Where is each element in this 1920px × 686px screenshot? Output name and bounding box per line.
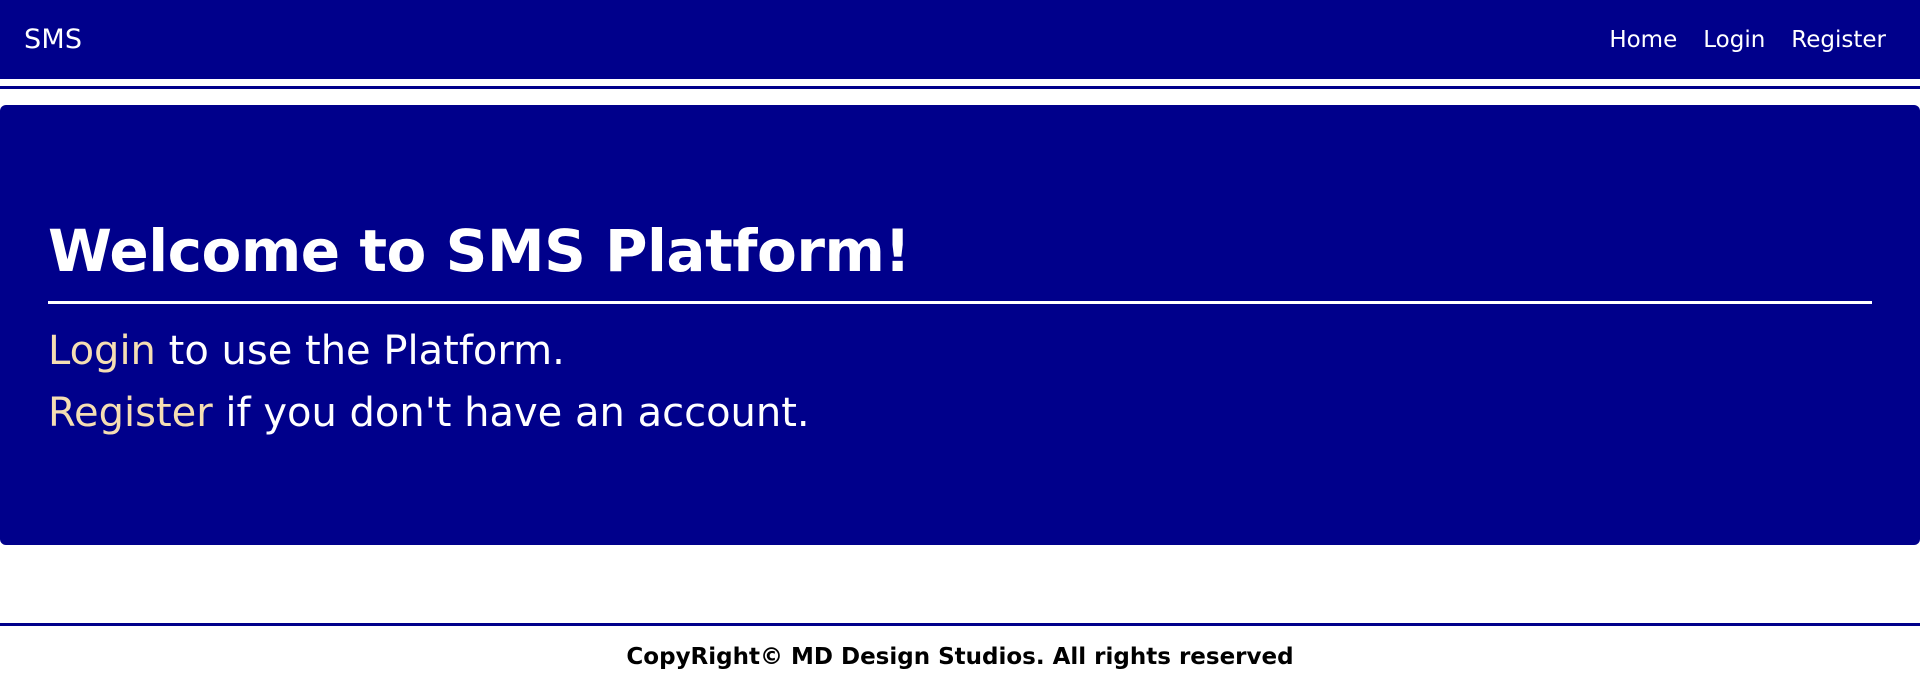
nav-login-link[interactable]: Login [1703, 27, 1765, 53]
hero-section: Welcome to SMS Platform! Login to use th… [0, 105, 1920, 545]
hero-login-text: to use the Platform. [155, 327, 565, 374]
header-divider [0, 86, 1920, 89]
hero-register-text: if you don't have an account. [212, 389, 810, 436]
brand-link[interactable]: SMS [24, 24, 82, 55]
top-navbar: SMS Home Login Register [0, 0, 1920, 79]
hero-register-link[interactable]: Register [48, 390, 213, 436]
hero-title: Welcome to SMS Platform! [48, 217, 911, 285]
nav-home-link[interactable]: Home [1609, 27, 1677, 53]
hero-register-line: Register if you don't have an account. [48, 382, 1872, 444]
hero-login-link[interactable]: Login [48, 328, 156, 374]
footer-divider [0, 623, 1920, 626]
footer-copyright: CopyRight© MD Design Studios. All rights… [626, 644, 1294, 670]
hero-login-line: Login to use the Platform. [48, 320, 1872, 382]
nav-links: Home Login Register [1609, 27, 1886, 53]
hero-divider [48, 300, 1872, 304]
nav-register-link[interactable]: Register [1791, 27, 1886, 53]
